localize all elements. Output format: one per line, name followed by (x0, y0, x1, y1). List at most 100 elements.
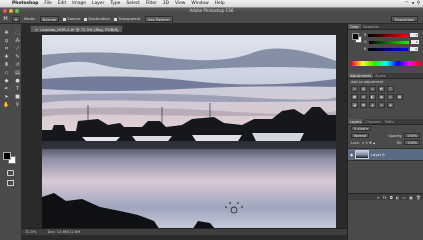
delete-layer-icon[interactable]: 🗑︎ (416, 194, 421, 200)
clone-stamp-tool-icon[interactable]: ♜ (2, 62, 11, 69)
spotlight-search-icon[interactable]: ⚲ (417, 1, 420, 6)
volume-icon[interactable]: ◂ (412, 1, 414, 6)
pen-tool-icon[interactable]: ✒ (2, 86, 11, 93)
blue-slider[interactable] (368, 47, 409, 51)
zoom-window-icon[interactable] (15, 9, 19, 13)
screen-mode-icon[interactable] (7, 180, 14, 186)
gradient-map-icon[interactable]: ▭ (378, 102, 385, 108)
menu-photoshop[interactable]: Photoshop (9, 1, 41, 6)
quick-select-tool-icon[interactable]: ⁂ (13, 38, 22, 45)
layer-style-icon[interactable]: fx (383, 194, 387, 200)
new-layer-icon[interactable]: ▣ (409, 194, 413, 200)
wifi-icon[interactable]: ◠ (405, 1, 409, 6)
blue-value[interactable]: 0 (410, 47, 419, 51)
lock-icons[interactable]: ▫ ✎ ✥ 🔒︎ (362, 141, 375, 145)
dodge-tool-icon[interactable]: ● (13, 78, 22, 85)
photo-filter-icon[interactable]: ◉ (378, 94, 385, 100)
color-spectrum[interactable] (351, 61, 421, 66)
channel-mixer-icon[interactable]: ◎ (387, 94, 394, 100)
image-canvas[interactable] (42, 35, 336, 230)
source-checkbox[interactable]: Source (63, 16, 80, 21)
color-swatches[interactable] (3, 152, 17, 164)
history-brush-tool-icon[interactable]: ↺ (13, 62, 22, 69)
new-group-icon[interactable]: ▭ (402, 194, 406, 200)
invert-icon[interactable]: ◪ (351, 102, 358, 108)
crop-tool-icon[interactable]: ⌗ (2, 46, 11, 53)
document-tab[interactable]: × Lambda_HDR-2.tif @ 72.5% (Bkg, RGB/8) (30, 25, 124, 32)
layer-name[interactable]: Layer 0 (371, 153, 384, 157)
tab-styles[interactable]: Styles (373, 73, 387, 78)
close-window-icon[interactable] (3, 9, 7, 13)
link-layers-icon[interactable]: ∞ (377, 194, 380, 200)
new-adjustment-icon[interactable]: ◐ (396, 194, 400, 200)
hue-saturation-icon[interactable]: ▦ (351, 94, 358, 100)
menu-type[interactable]: Type (107, 1, 123, 6)
use-pattern-button[interactable]: Use Pattern (144, 15, 173, 22)
green-value[interactable]: 0 (410, 40, 419, 44)
selective-color-icon[interactable]: ◈ (387, 102, 394, 108)
threshold-icon[interactable]: ◭ (369, 102, 376, 108)
add-mask-icon[interactable]: ◘ (390, 194, 393, 200)
menu-layer[interactable]: Layer (89, 1, 107, 6)
vibrance-icon[interactable]: ▽ (387, 86, 394, 92)
destination-checkbox[interactable]: Destination (84, 16, 110, 21)
menu-window[interactable]: Window (188, 1, 211, 6)
posterize-icon[interactable]: ▤ (360, 102, 367, 108)
menu-help[interactable]: Help (212, 1, 228, 6)
path-select-tool-icon[interactable]: ➤ (2, 94, 11, 101)
visibility-eye-icon[interactable]: ◉ (350, 153, 353, 157)
blend-mode-select[interactable]: Normal (351, 133, 370, 138)
green-slider[interactable] (368, 40, 409, 44)
black-white-icon[interactable]: ◧ (369, 94, 376, 100)
gradient-tool-icon[interactable]: ▤ (13, 70, 22, 77)
menu-edit[interactable]: Edit (55, 1, 70, 6)
brightness-icon[interactable]: ☼ (351, 86, 358, 92)
tab-channels[interactable]: Channels (363, 119, 383, 124)
transparent-checkbox[interactable]: Transparent (114, 16, 141, 21)
workspace-switcher[interactable]: Essentials (390, 15, 418, 22)
color-balance-icon[interactable]: ⚖ (360, 94, 367, 100)
curves-icon[interactable]: ∿ (369, 86, 376, 92)
levels-icon[interactable]: ▥ (360, 86, 367, 92)
tab-color[interactable]: Color (348, 24, 361, 29)
menu-view[interactable]: View (172, 1, 188, 6)
marquee-tool-icon[interactable]: ⬚ (13, 30, 22, 37)
opacity-input[interactable]: 100% (404, 133, 420, 138)
lasso-tool-icon[interactable]: ϙ (2, 38, 11, 45)
menu-filter[interactable]: Filter (143, 1, 160, 6)
type-tool-icon[interactable]: T (13, 86, 22, 93)
color-panel-fg-swatch[interactable] (352, 33, 359, 40)
zoom-tool-icon[interactable]: ⚲ (13, 102, 22, 109)
brush-tool-icon[interactable]: ✎ (13, 54, 22, 61)
exposure-icon[interactable]: ◩ (378, 86, 385, 92)
quick-mask-icon[interactable] (7, 170, 14, 176)
tool-preset-picker[interactable]: ▾ (12, 15, 20, 22)
fill-input[interactable]: 100% (404, 140, 420, 145)
menu-3d[interactable]: 3D (160, 1, 172, 6)
eraser-tool-icon[interactable]: ▱ (2, 70, 11, 77)
menu-file[interactable]: File (41, 1, 54, 6)
patch-tool-icon[interactable]: ⌘ (3, 16, 8, 22)
tab-paths[interactable]: Paths (383, 119, 396, 124)
red-slider[interactable] (368, 33, 409, 37)
tab-layers[interactable]: Layers (348, 119, 364, 124)
layer-row[interactable]: ◉ Layer 0 (348, 148, 423, 161)
menu-image[interactable]: Image (69, 1, 89, 6)
move-tool-icon[interactable]: ✥ (2, 30, 11, 37)
shape-tool-icon[interactable]: ■ (13, 94, 22, 101)
close-tab-icon[interactable]: × (35, 27, 38, 32)
menu-select[interactable]: Select (123, 1, 143, 6)
color-lookup-icon[interactable]: ▩ (396, 94, 403, 100)
red-value[interactable]: 0 (410, 33, 419, 37)
mode-select[interactable]: Normal (39, 15, 60, 22)
tab-adjustments[interactable]: Adjustments (348, 73, 374, 78)
tab-swatches[interactable]: Swatches (361, 24, 381, 29)
healing-brush-tool-icon[interactable]: ✚ (2, 54, 11, 61)
hand-tool-icon[interactable]: ✋ (2, 102, 11, 109)
blur-tool-icon[interactable]: ◆ (2, 78, 11, 85)
eyedropper-tool-icon[interactable]: ⁄ (13, 46, 22, 53)
zoom-level[interactable]: 72.5% (25, 230, 36, 234)
minimize-window-icon[interactable] (9, 9, 13, 13)
foreground-color-swatch[interactable] (3, 152, 11, 160)
layer-filter-select[interactable]: ⚲ Kind ▾ (351, 126, 371, 131)
